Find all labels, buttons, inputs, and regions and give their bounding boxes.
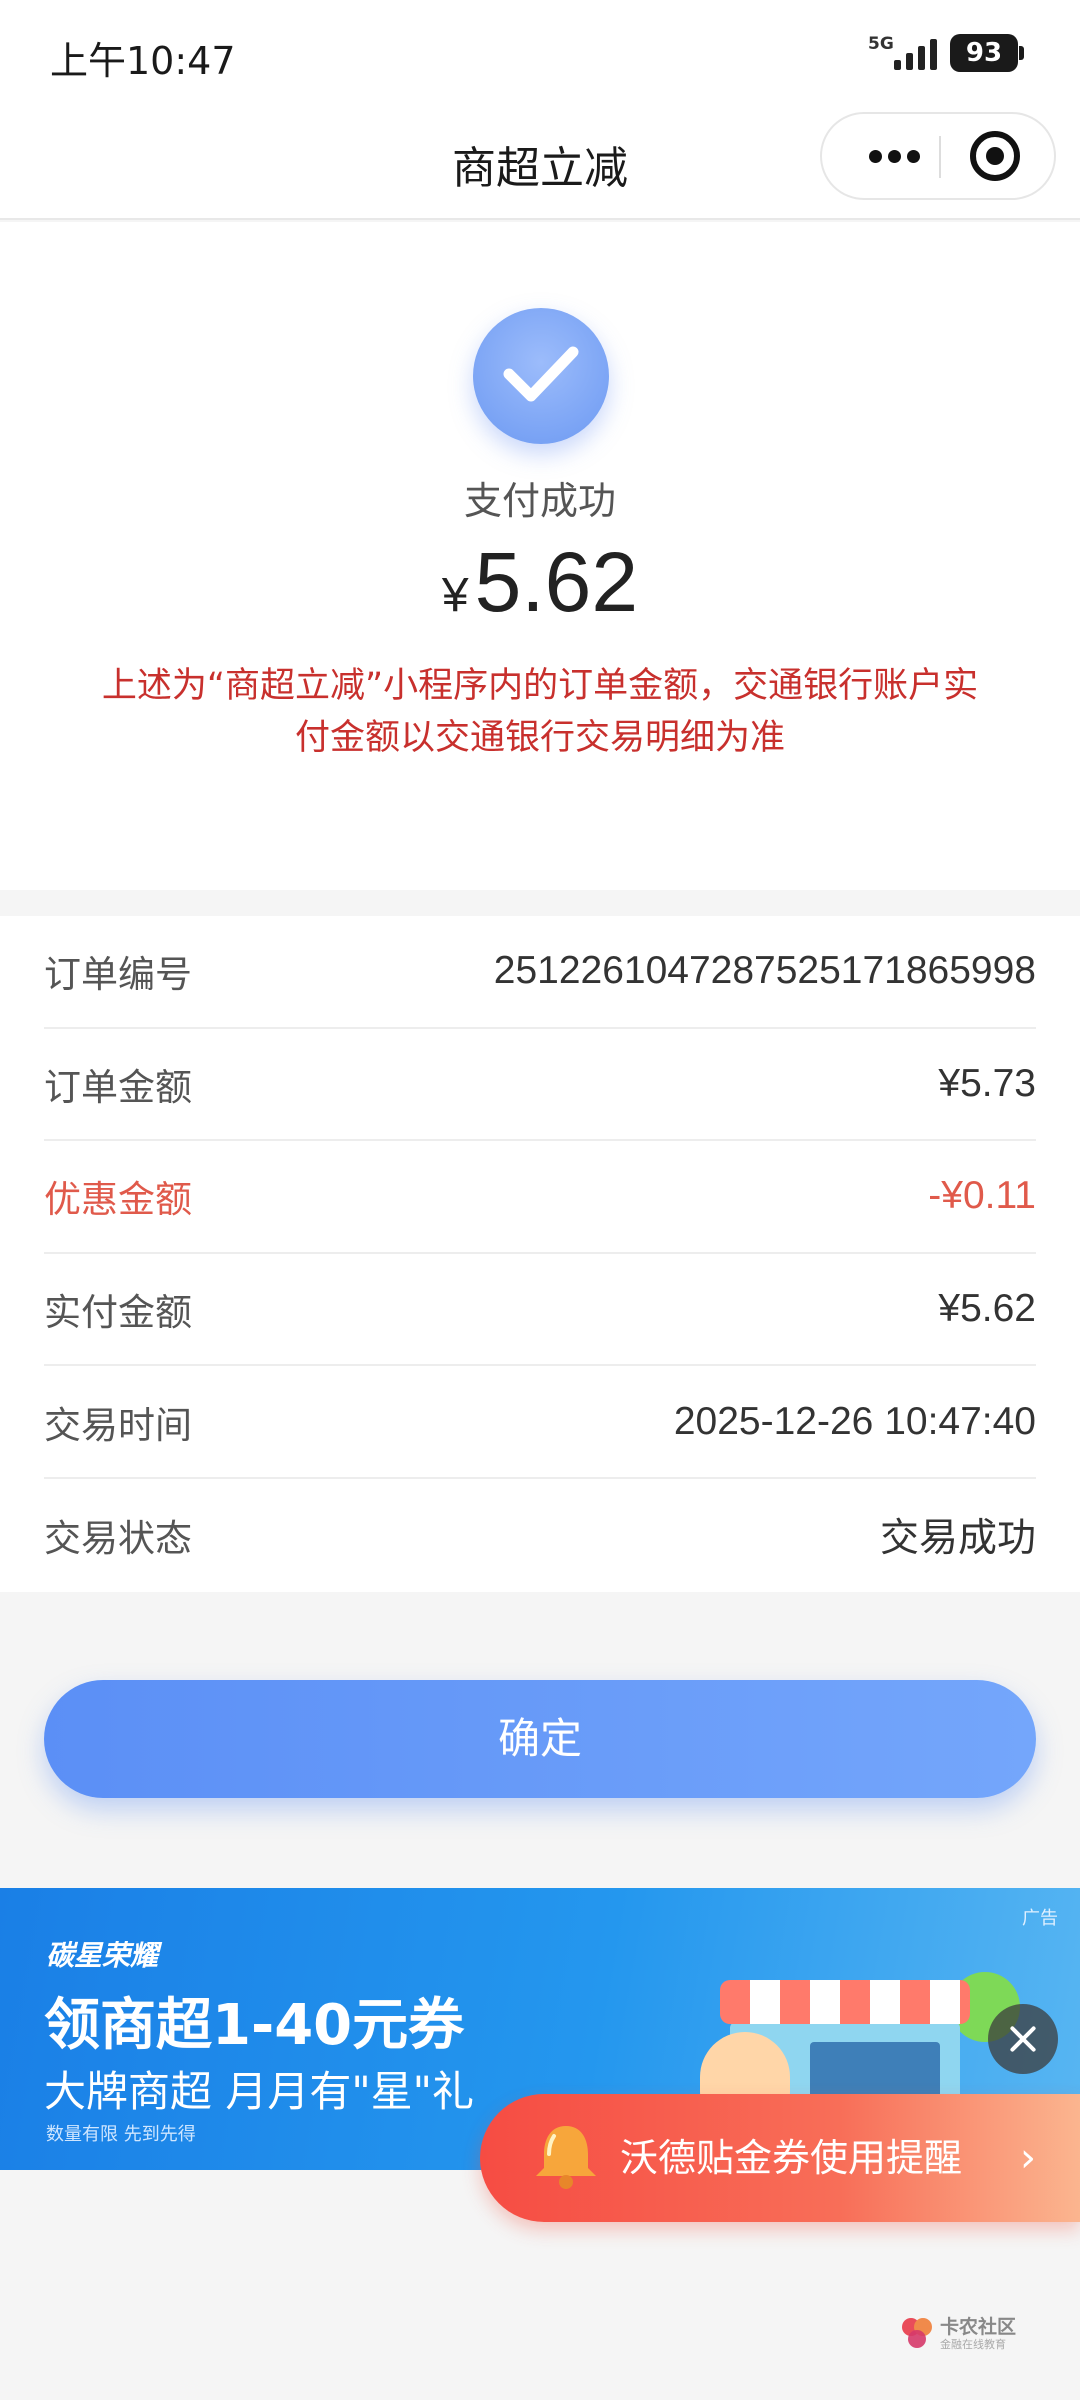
ad-brand: 碳星荣耀 <box>46 1939 159 1972</box>
detail-value: 2512261047287525171865998 <box>493 949 1036 993</box>
ad-fine-print: 数量有限 先到先得 <box>46 2124 196 2145</box>
detail-label: 实付金额 <box>44 1291 192 1335</box>
order-details: 订单编号 2512261047287525171865998 订单金额 ¥5.7… <box>0 916 1080 1592</box>
detail-row-order-no: 订单编号 2512261047287525171865998 <box>44 916 1036 1029</box>
chevron-right-icon: › <box>1020 2135 1036 2181</box>
detail-value: -¥0.11 <box>928 1174 1036 1218</box>
network-type: 5G <box>868 34 894 54</box>
detail-label: 优惠金额 <box>44 1178 192 1222</box>
capsule-divider <box>939 136 941 178</box>
detail-row-discount: 优惠金额 -¥0.11 <box>44 1141 1036 1254</box>
confirm-button[interactable]: 确定 <box>44 1680 1036 1798</box>
battery-tip <box>1019 46 1024 60</box>
currency-symbol: ¥ <box>441 569 469 622</box>
bell-icon <box>536 2126 596 2189</box>
success-check-icon <box>473 308 609 444</box>
watermark-name: 卡农社区 <box>940 2316 1017 2338</box>
detail-value: ¥5.73 <box>938 1061 1036 1105</box>
watermark-slogan: 金融在线教育 <box>940 2338 1006 2351</box>
detail-value: 2025-12-26 10:47:40 <box>673 1399 1036 1443</box>
more-icon[interactable] <box>854 114 934 198</box>
kanong-logo-icon <box>902 2318 932 2348</box>
ad-subline: 大牌商超 月月有"星"礼 <box>44 2067 474 2116</box>
detail-row-trade-time: 交易时间 2025-12-26 10:47:40 <box>44 1366 1036 1479</box>
ad-headline: 领商超1-40元券 <box>44 1993 465 2058</box>
ad-tag: 广告 <box>1022 1908 1058 1929</box>
detail-label: 订单编号 <box>44 953 192 997</box>
status-time: 上午10:47 <box>50 39 236 83</box>
detail-row-paid-amount: 实付金额 ¥5.62 <box>44 1254 1036 1367</box>
nav-bar: 商超立减 <box>0 104 1080 220</box>
detail-value: 交易成功 <box>879 1517 1036 1561</box>
payment-result: 支付成功 ¥5.62 上述为“商超立减”小程序内的订单金额，交通银行账户实付金额… <box>0 222 1080 890</box>
reminder-text: 沃德贴金券使用提醒 <box>620 2136 963 2180</box>
detail-value: ¥5.62 <box>938 1287 1036 1331</box>
detail-row-order-amount: 订单金额 ¥5.73 <box>44 1029 1036 1142</box>
close-icon[interactable] <box>988 2004 1058 2074</box>
status-bar: 上午10:47 5G 93 <box>0 0 1080 104</box>
watermark: 卡农社区 金融在线教育 <box>898 2312 1028 2356</box>
miniprogram-target-icon[interactable] <box>970 131 1020 181</box>
amount-value: 5.62 <box>474 535 639 629</box>
coupon-reminder-button[interactable]: 沃德贴金券使用提醒 › <box>480 2094 1080 2222</box>
detail-label: 订单金额 <box>44 1065 192 1109</box>
detail-label: 交易时间 <box>44 1403 192 1447</box>
detail-label: 交易状态 <box>44 1517 192 1561</box>
detail-row-trade-status: 交易状态 交易成功 <box>44 1479 1036 1592</box>
payment-status: 支付成功 <box>463 479 616 523</box>
paid-amount: ¥5.62 <box>0 534 1080 631</box>
battery-icon: 93 <box>950 34 1018 72</box>
amount-notice: 上述为“商超立减”小程序内的订单金额，交通银行账户实付金额以交通银行交易明细为准 <box>101 666 979 758</box>
miniprogram-capsule <box>820 112 1056 200</box>
signal-icon: 5G <box>868 34 938 72</box>
